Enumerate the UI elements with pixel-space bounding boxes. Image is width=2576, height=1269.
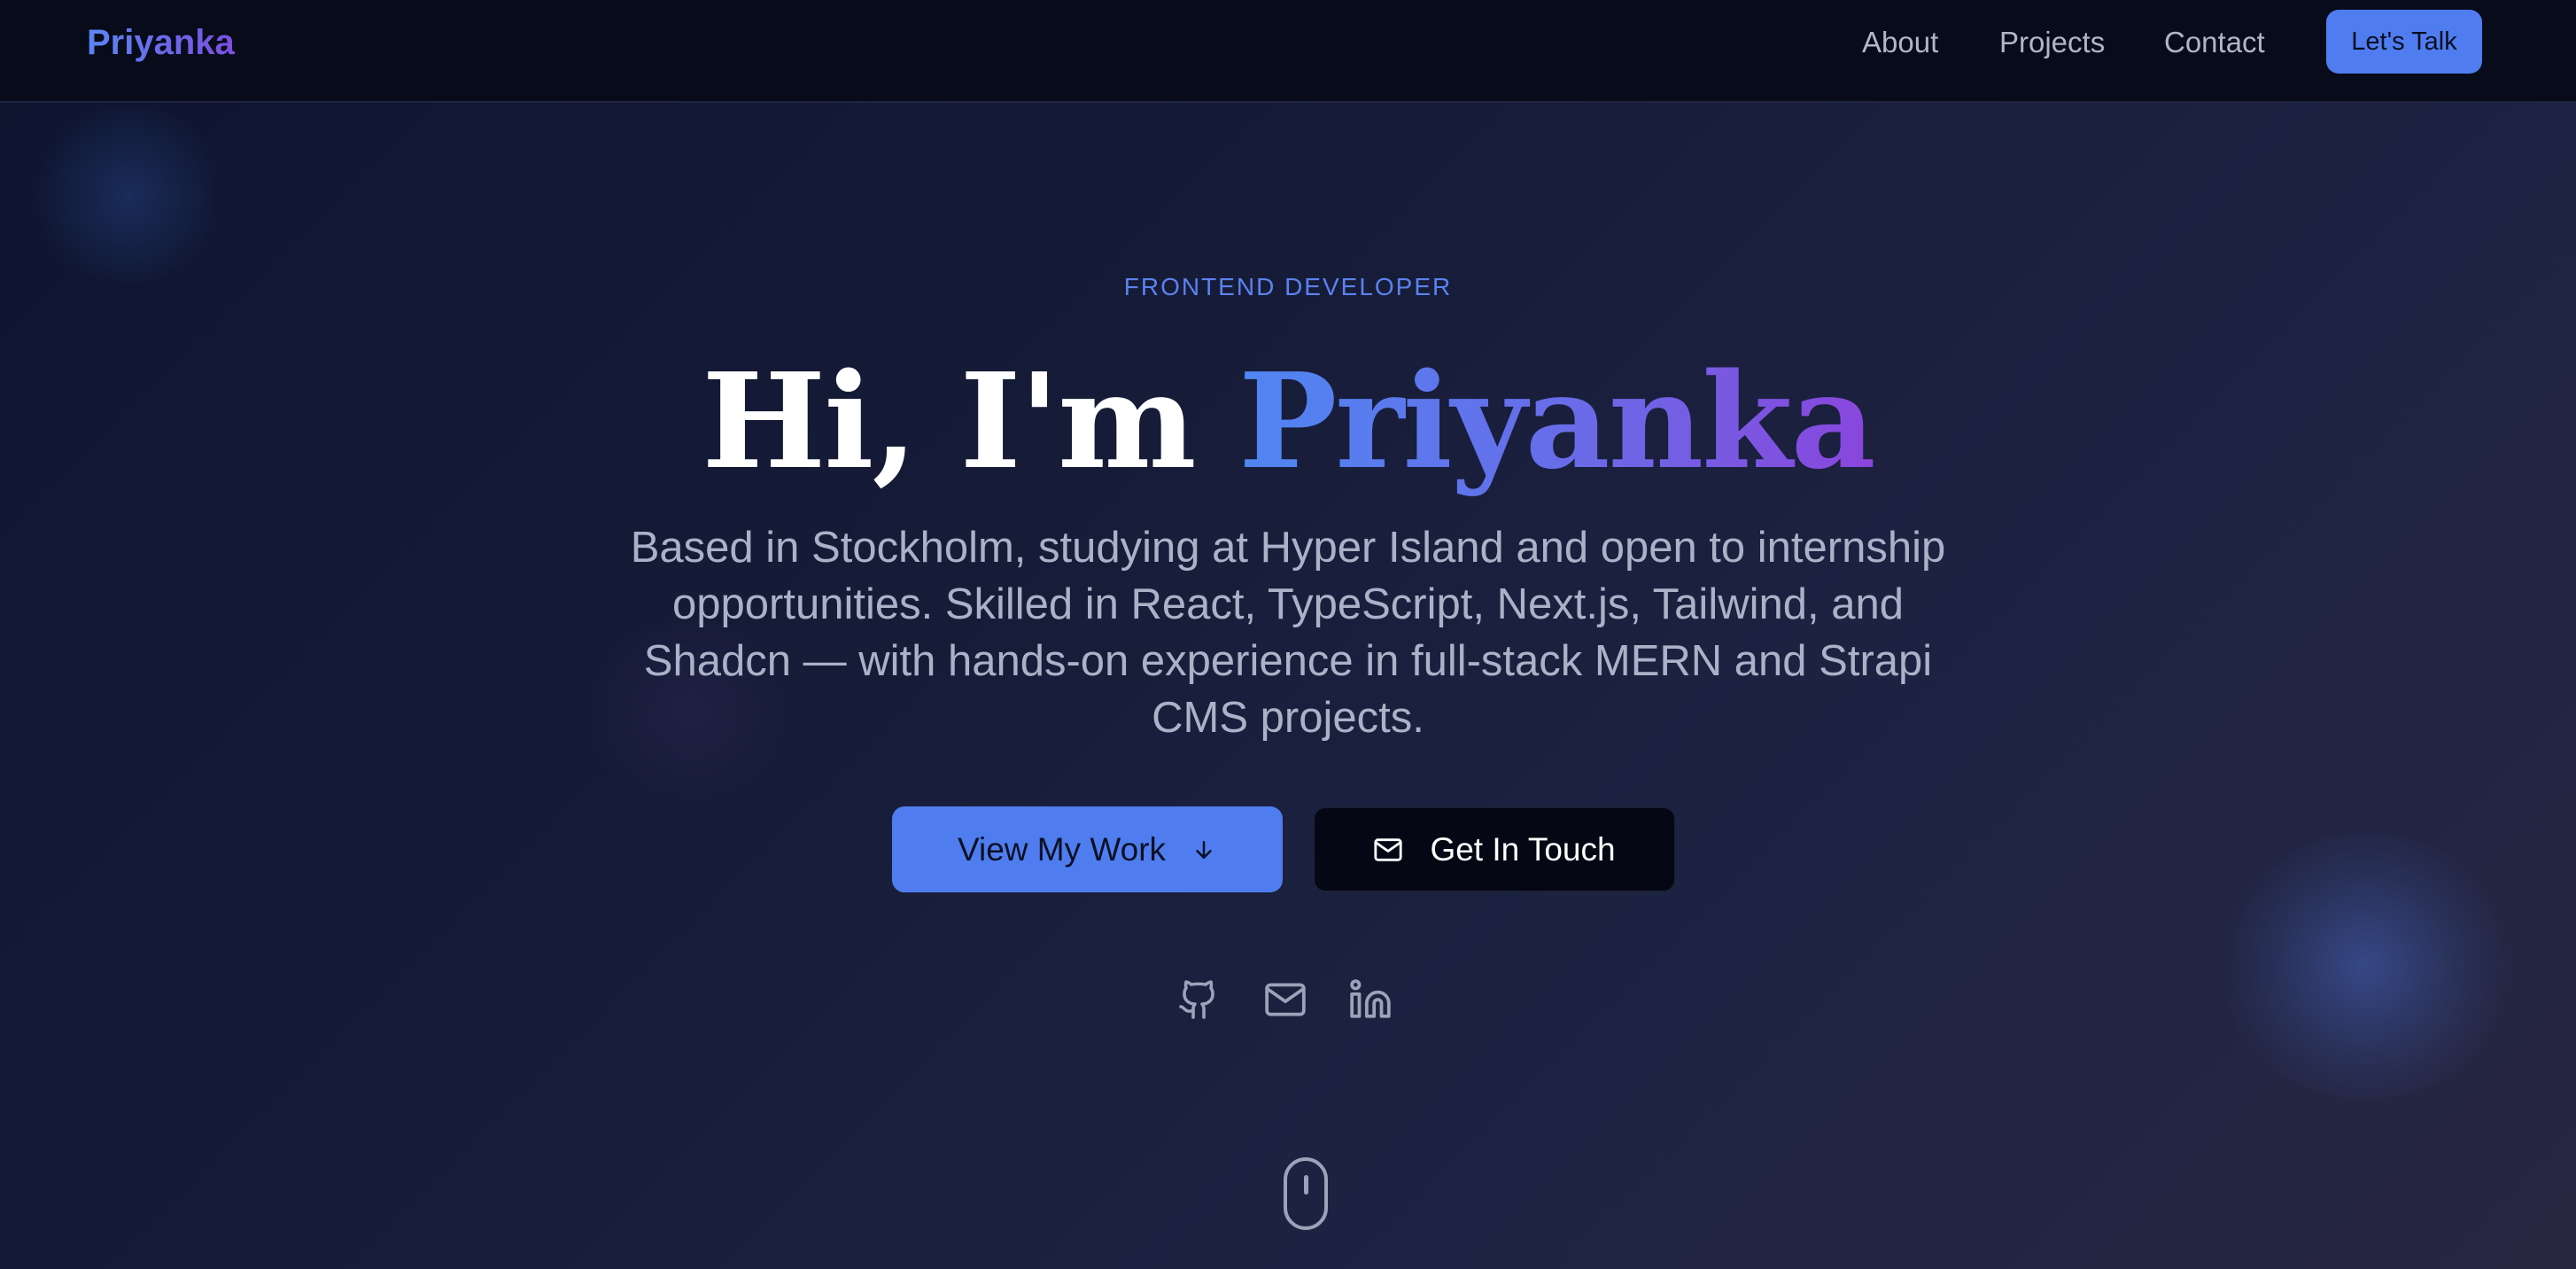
arrow-down-icon: [1191, 837, 1217, 863]
scroll-wheel: [1304, 1175, 1308, 1195]
mail-icon: [1373, 835, 1403, 865]
hero-bio: Based in Stockholm, studying at Hyper Is…: [630, 524, 1946, 742]
logo[interactable]: Priyanka: [87, 21, 235, 64]
hero-headline: Hi, I'm Priyanka: [0, 346, 2576, 496]
nav-link-projects[interactable]: Projects: [1999, 23, 2105, 62]
mouse-scroll-icon[interactable]: [1284, 1157, 1328, 1230]
linkedin-icon: [1348, 977, 1393, 1022]
get-in-touch-label: Get In Touch: [1430, 830, 1616, 868]
github-link[interactable]: [1174, 975, 1223, 1024]
background-glow-right: [2215, 833, 2516, 1099]
github-icon: [1177, 978, 1220, 1021]
nav-link-contact[interactable]: Contact: [2164, 23, 2265, 62]
linkedin-link[interactable]: [1346, 975, 1395, 1024]
view-my-work-button[interactable]: View My Work: [892, 806, 1283, 892]
nav-link-about[interactable]: About: [1862, 23, 1938, 62]
background-glow-left: [27, 106, 230, 284]
top-navbar: Priyanka About Projects Contact Let's Ta…: [0, 0, 2576, 103]
headline-greeting: Hi, I'm: [702, 344, 1239, 498]
social-links: [1174, 975, 1404, 1028]
email-link[interactable]: [1261, 975, 1310, 1024]
view-my-work-label: View My Work: [957, 830, 1167, 868]
hero-eyebrow: FRONTEND DEVELOPER: [1123, 273, 1453, 300]
get-in-touch-button[interactable]: Get In Touch: [1313, 806, 1676, 892]
mail-icon: [1263, 977, 1307, 1022]
headline-name: Priyanka: [1238, 344, 1875, 498]
lets-talk-button[interactable]: Let's Talk: [2326, 10, 2482, 74]
page: Priyanka About Projects Contact Let's Ta…: [0, 0, 2576, 1269]
